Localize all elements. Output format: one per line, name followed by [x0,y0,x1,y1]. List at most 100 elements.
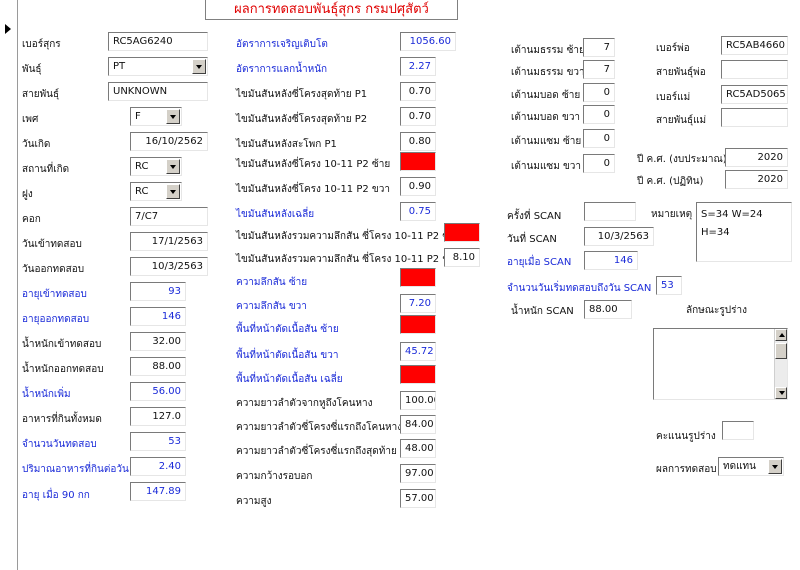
fy-budget-field[interactable]: 2020 [725,148,788,167]
remark-field[interactable]: S=34 W=24 H=34 [696,202,792,262]
wt-out-label: น้ำหนักออกทดสอบ [22,364,104,375]
result-select[interactable]: ทดแทน [718,457,784,476]
sex-select[interactable]: F [130,107,182,126]
bf-avg-field[interactable]: 0.75 [400,202,436,221]
bf-avg-label: ไขมันสันหลังเฉลี่ย [236,209,315,220]
origin-value: RC [135,161,149,172]
age90-label: อายุ เมื่อ 90 กก [22,490,90,501]
bf-p1-field[interactable]: 0.70 [400,82,436,101]
chest-field[interactable]: 97.00 [400,464,436,483]
height-field[interactable]: 57.00 [400,489,436,508]
height-label: ความสูง [236,496,272,507]
body-len-field[interactable]: 100.00 [400,391,436,410]
sire-line-field[interactable] [721,60,788,79]
origin-select[interactable]: RC [130,157,182,176]
record-selector[interactable] [0,0,18,570]
scan-date-field[interactable]: 10/3/2563 [584,227,654,246]
teat-extra-left-field[interactable]: 0 [583,129,615,148]
scan-age-field[interactable]: 146 [584,251,638,270]
teat-normal-left-field[interactable]: 7 [583,38,615,57]
fy-budget-label: ปี ค.ศ. (งบประมาณ) [637,154,727,165]
loin-depth-left-field[interactable] [400,268,436,287]
line-field[interactable]: UNKNOWN [108,82,208,101]
loin-area-left-field[interactable] [400,315,436,334]
breed-value: PT [113,61,126,72]
teat-normal-right-field[interactable]: 7 [583,60,615,79]
dam-line-field[interactable] [721,108,788,127]
fy-cal-field[interactable]: 2020 [725,170,788,189]
feed-total-field[interactable]: 127.0 [130,407,186,426]
teat-normal-left-label: เต้านมธรรม ซ้าย [511,45,585,56]
len-first-rib-field[interactable]: 84.00 [400,415,436,434]
teat-extra-right-field[interactable]: 0 [583,154,615,173]
pen-field[interactable]: 7/C7 [130,207,208,226]
wt-in-field[interactable]: 32.00 [130,332,186,351]
bf-10-11-left-field[interactable] [400,152,436,171]
fcr-label: อัตราการแลกน้ำหนัก [236,64,328,75]
fcr-field[interactable]: 2.27 [400,57,436,76]
form-title: ผลการทดสอบพันธุ์สุกร กรมปศุสัตว์ [205,0,458,20]
pen-label: คอก [22,214,41,225]
depth-right-total-label: ไขมันสันหลังรวมความลึกสัน ซี่โครง 10-11 … [236,254,461,265]
result-dropdown-button[interactable] [768,459,782,474]
feed-per-day-field[interactable]: 2.40 [130,457,186,476]
birth-field[interactable]: 16/10/2562 [130,132,208,151]
remark-label: หมายเหตุ [651,209,693,220]
loin-area-right-field[interactable]: 45.72 [400,342,436,361]
bf-shoulder-field[interactable]: 0.80 [400,132,436,151]
loin-area-avg-field[interactable] [400,365,436,384]
scan-age-label: อายุเมื่อ SCAN [507,257,572,268]
herd-select[interactable]: RC [130,182,182,201]
scan-times-field[interactable] [584,202,636,221]
pig-no-label: เบอร์สุกร [22,39,61,50]
pig-no-field[interactable]: RC5AG6240 [108,32,208,51]
wt-gain-field[interactable]: 56.00 [130,382,186,401]
len-first-rib-label: ความยาวลำตัวซี่โครงซี่แรกถึงโคนหาง [236,422,403,433]
wt-in-label: น้ำหนักเข้าทดสอบ [22,339,102,350]
teat-blind-left-field[interactable]: 0 [583,83,615,102]
conformation-scrollbar[interactable] [774,329,787,399]
loin-area-left-label: พื้นที่หน้าตัดเนื้อสัน ซ้าย [236,324,339,335]
loin-depth-right-field[interactable]: 7.20 [400,294,436,313]
age90-field[interactable]: 147.89 [130,482,186,501]
scan-weight-label: น้ำหนัก SCAN [511,306,574,317]
conformation-field[interactable] [653,328,788,400]
len-last-rib-field[interactable]: 48.00 [400,439,436,458]
breed-dropdown-button[interactable] [192,59,206,74]
age-out-field[interactable]: 146 [130,307,186,326]
loin-area-avg-label: พื้นที่หน้าตัดเนื้อสัน เฉลี่ย [236,374,343,385]
bf-p2-field[interactable]: 0.70 [400,107,436,126]
scroll-thumb[interactable] [775,343,787,359]
adg-field[interactable]: 1056.60 [400,32,456,51]
bf-10-11-right-field[interactable]: 0.90 [400,177,436,196]
breed-select[interactable]: PT [108,57,208,76]
sex-dropdown-button[interactable] [166,109,180,124]
birth-label: วันเกิด [22,139,51,150]
age-out-label: อายุออกทดสอบ [22,314,90,325]
scan-weight-field[interactable]: 88.00 [584,300,632,319]
feed-per-day-label: ปริมาณอาหารที่กินต่อวัน [22,464,129,475]
scroll-up-button[interactable] [775,329,787,341]
scan-date-label: วันที่ SCAN [507,234,557,245]
days-label: จำนวนวันทดสอบ [22,439,97,450]
herd-dropdown-button[interactable] [166,184,180,199]
days-field[interactable]: 53 [130,432,186,451]
date-in-field[interactable]: 17/1/2563 [130,232,208,251]
sire-field[interactable]: RC5AB4660 [721,36,788,55]
wt-out-field[interactable]: 88.00 [130,357,186,376]
teat-blind-right-field[interactable]: 0 [583,105,615,124]
date-out-field[interactable]: 10/3/2563 [130,257,208,276]
body-len-label: ความยาวลำตัวจากหูถึงโคนหาง [236,398,373,409]
conformation-score-field[interactable] [722,421,754,440]
scan-days-field[interactable]: 53 [656,276,682,295]
depth-left-total-field[interactable] [444,223,480,242]
age-in-field[interactable]: 93 [130,282,186,301]
herd-value: RC [135,186,149,197]
origin-dropdown-button[interactable] [166,159,180,174]
conformation-label: ลักษณะรูปร่าง [686,305,748,316]
date-in-label: วันเข้าทดสอบ [22,239,82,250]
dam-field[interactable]: RC5AD5065 [721,85,788,104]
scroll-down-button[interactable] [775,387,787,399]
depth-right-total-field[interactable]: 8.10 [444,248,480,267]
chevron-down-icon [170,190,176,194]
